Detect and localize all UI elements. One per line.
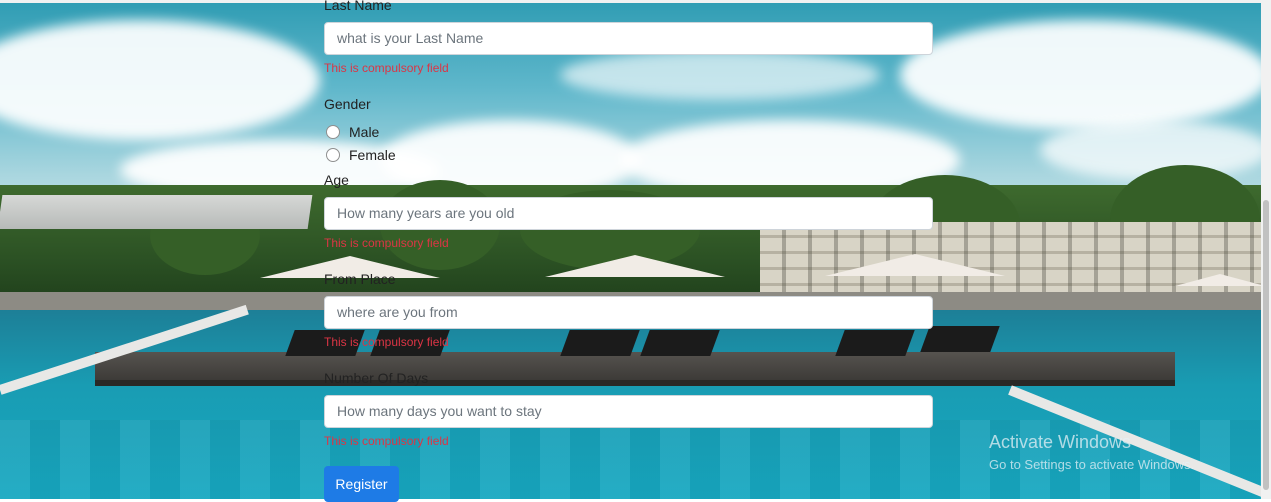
page-scrollbar[interactable] — [1261, 0, 1271, 499]
scrollbar-thumb[interactable] — [1263, 200, 1269, 490]
last-name-label: Last Name — [324, 0, 392, 13]
watermark-subtitle: Go to Settings to activate Windows. — [989, 457, 1195, 472]
age-error: This is compulsory field — [324, 236, 449, 250]
last-name-error: This is compulsory field — [324, 61, 449, 75]
gender-option-female[interactable]: Female — [326, 147, 396, 163]
gender-label: Gender — [324, 96, 371, 112]
radio-female[interactable] — [326, 148, 340, 162]
gender-option-male[interactable]: Male — [326, 124, 379, 140]
age-label: Age — [324, 172, 349, 188]
age-input[interactable]: How many years are you old — [324, 197, 933, 230]
from-place-error: This is compulsory field — [324, 335, 449, 349]
from-place-label: From Place — [324, 271, 396, 287]
number-of-days-input[interactable]: How many days you want to stay — [324, 395, 933, 428]
activate-windows-watermark: Activate Windows Go to Settings to activ… — [989, 432, 1194, 472]
gender-option-male-label: Male — [349, 124, 380, 140]
last-name-input[interactable]: what is your Last Name — [324, 22, 933, 55]
number-of-days-error: This is compulsory field — [324, 434, 449, 448]
register-button[interactable]: Register — [324, 466, 399, 502]
gender-option-female-label: Female — [349, 147, 396, 163]
watermark-title: Activate Windows — [989, 432, 1132, 452]
number-of-days-label: Number Of Days — [324, 370, 429, 386]
radio-male[interactable] — [326, 125, 340, 139]
from-place-input[interactable]: where are you from — [324, 296, 933, 329]
